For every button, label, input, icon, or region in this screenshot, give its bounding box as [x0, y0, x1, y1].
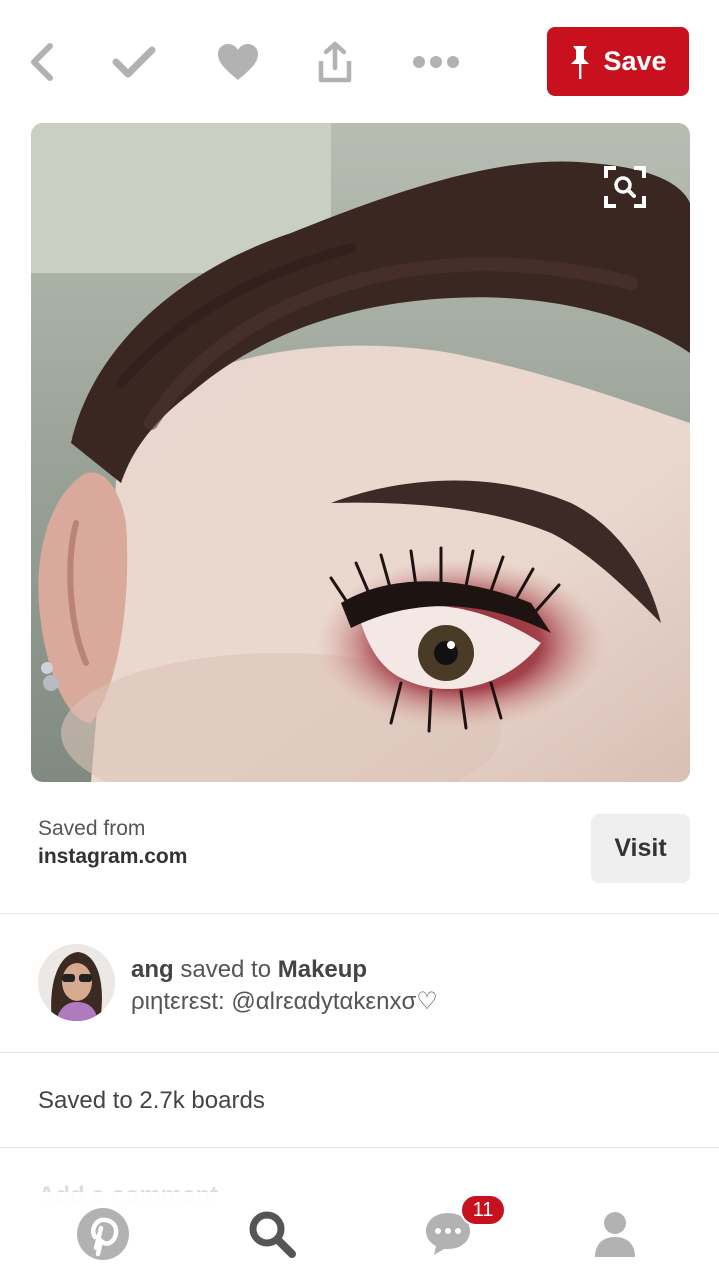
makeup-photo	[31, 123, 690, 782]
user-name[interactable]: ang	[131, 956, 174, 983]
source-row: Saved from instagram.com Visit	[0, 800, 719, 914]
pin-image[interactable]	[31, 123, 690, 782]
save-button[interactable]: Save	[547, 27, 689, 96]
checkmark-icon[interactable]	[110, 40, 158, 84]
attribution-text: ang saved to Makeup	[131, 956, 367, 984]
bottom-nav: 11	[0, 1192, 719, 1280]
source-domain[interactable]: instagram.com	[38, 845, 187, 869]
avatar[interactable]	[38, 944, 115, 1021]
more-icon[interactable]	[412, 40, 460, 84]
pin-toolbar: Save	[0, 0, 719, 122]
boards-count-text: Saved to 2.7k boards	[38, 1087, 265, 1114]
visit-button[interactable]: Visit	[591, 814, 690, 883]
pin-icon	[571, 45, 590, 79]
saved-from-label: Saved from	[38, 817, 146, 840]
share-icon[interactable]	[311, 40, 359, 84]
profile-icon[interactable]	[585, 1204, 645, 1264]
visual-search-icon[interactable]	[603, 165, 647, 209]
save-label: Save	[603, 46, 667, 76]
notification-badge: 11	[460, 1194, 506, 1226]
boards-row[interactable]: Saved to 2.7k boards	[0, 1053, 719, 1148]
pin-description: ριηtεrεst: @αlrεαdуtαkεnxσ♡	[131, 988, 438, 1015]
heart-icon[interactable]	[214, 40, 262, 84]
board-name[interactable]: Makeup	[278, 956, 367, 983]
attribution-action: saved to	[173, 956, 278, 983]
chevron-left-icon[interactable]	[18, 40, 66, 84]
pinterest-logo-icon[interactable]	[73, 1204, 133, 1264]
attribution-row: ang saved to Makeup ριηtεrεst: @αlrεαdуt…	[0, 914, 719, 1053]
search-icon[interactable]	[242, 1204, 302, 1264]
